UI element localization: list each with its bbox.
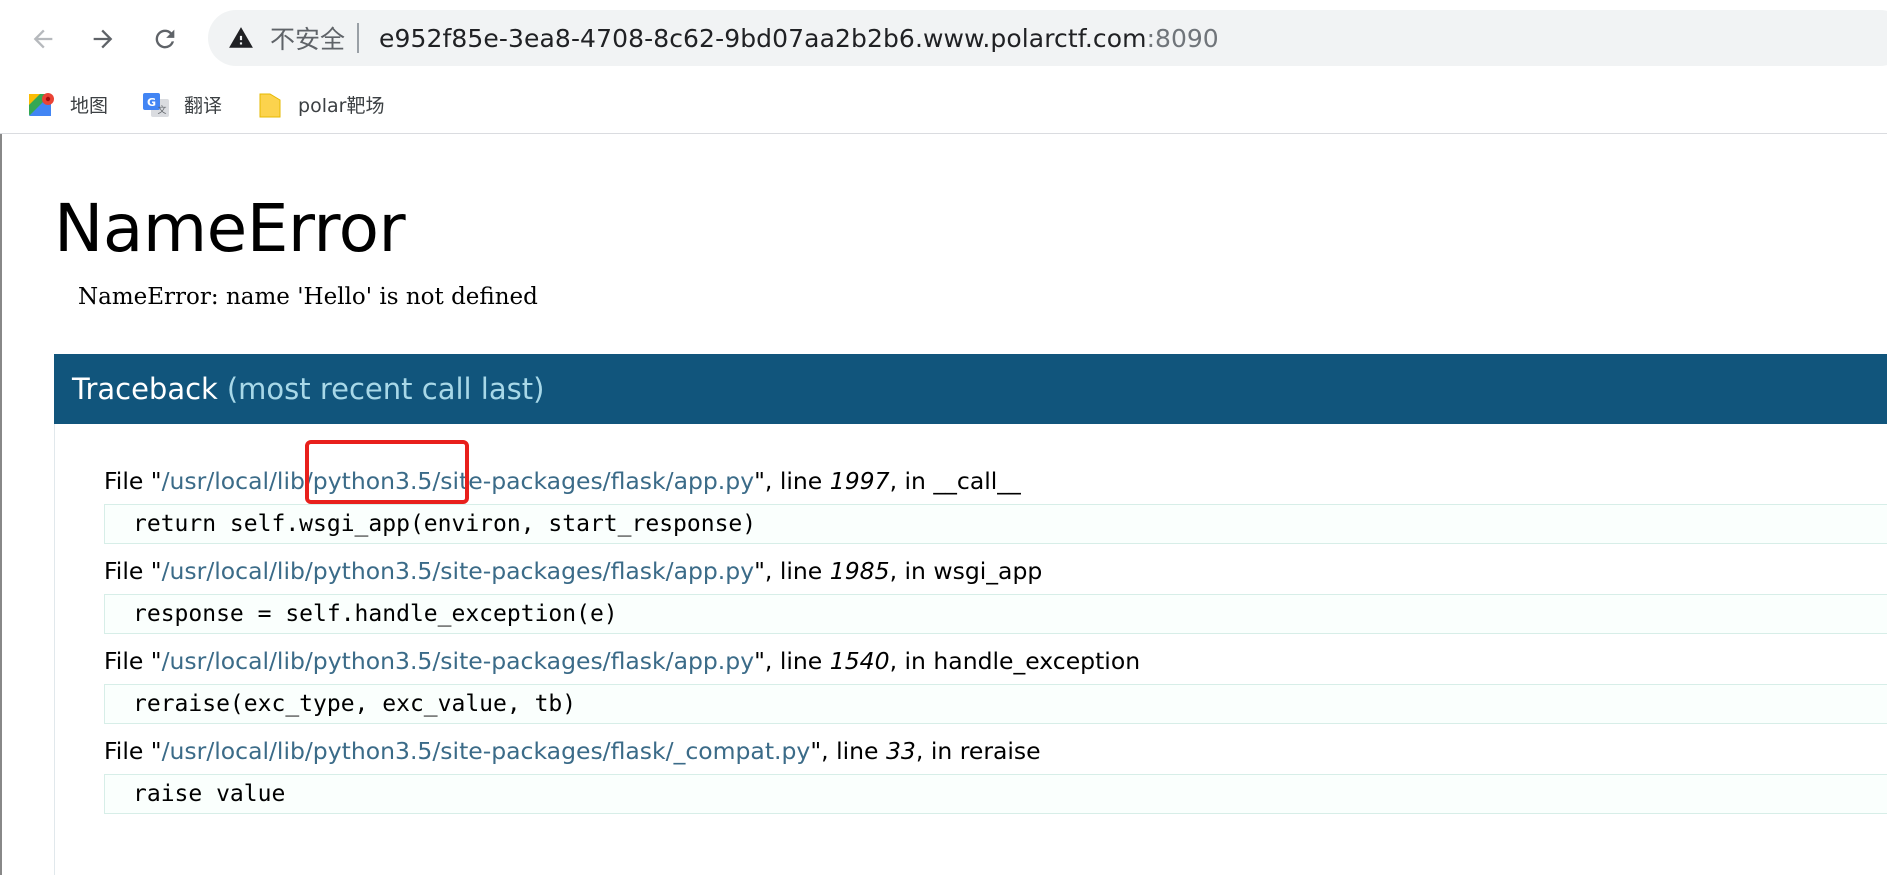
security-label[interactable]: 不安全: [270, 20, 345, 56]
frame-source[interactable]: response = self.handle_exception(e): [104, 594, 1887, 634]
frame-line-number: 1997: [829, 467, 890, 495]
reload-button[interactable]: [146, 20, 184, 58]
folder-icon: [256, 91, 284, 119]
frame-line-number: 1540: [829, 647, 890, 675]
url-port[interactable]: :8090: [1147, 24, 1219, 53]
frame-source[interactable]: return self.wsgi_app(environ, start_resp…: [104, 504, 1887, 544]
bookmark-label: 地图: [70, 95, 109, 117]
forward-button[interactable]: [84, 20, 122, 58]
reload-icon: [155, 29, 175, 49]
error-message: NameError: name 'Hello' is not defined: [78, 284, 538, 310]
bookmark-maps[interactable]: 地图: [28, 85, 108, 125]
address-divider: [357, 23, 360, 53]
traceback-subtitle: (most recent call last): [226, 372, 545, 406]
url-host[interactable]: e952f85e-3ea8-4708-8c62-9bd07aa2b2b6.www…: [379, 24, 1147, 53]
traceback-frame: File "/usr/local/lib/python3.5/site-pack…: [104, 552, 1887, 634]
traceback-frame: File "/usr/local/lib/python3.5/site-pack…: [104, 732, 1887, 814]
bookmark-label: polar靶场: [298, 95, 385, 117]
frame-source[interactable]: raise value: [104, 774, 1887, 814]
bookmark-translate[interactable]: G 文 翻译: [142, 85, 222, 125]
traceback-title: Traceback: [72, 372, 218, 406]
browser-toolbar: 不安全 e952f85e-3ea8-4708-8c62-9bd07aa2b2b6…: [0, 0, 1887, 76]
page-title: NameError: [54, 190, 406, 267]
annotation-highlight-box: [305, 440, 469, 504]
arrow-left-icon: [33, 29, 53, 49]
frame-path: /usr/local/lib/python3.5/site-packages/f…: [161, 557, 755, 585]
frame-location: File "/usr/local/lib/python3.5/site-pack…: [104, 647, 1141, 675]
svg-text:G: G: [147, 96, 156, 109]
svg-text:文: 文: [158, 104, 167, 116]
address-bar[interactable]: 不安全 e952f85e-3ea8-4708-8c62-9bd07aa2b2b6…: [208, 10, 1887, 66]
frame-path: /usr/local/lib/python3.5/site-packages/f…: [161, 737, 811, 765]
traceback-frame: File "/usr/local/lib/python3.5/site-pack…: [104, 642, 1887, 724]
frame-source[interactable]: reraise(exc_type, exc_value, tb): [104, 684, 1887, 724]
translate-icon: G 文: [142, 91, 170, 119]
frame-path: /usr/local/lib/python3.5/site-packages/f…: [161, 647, 755, 675]
back-button[interactable]: [24, 20, 62, 58]
frame-location: File "/usr/local/lib/python3.5/site-pack…: [104, 737, 1041, 765]
maps-icon: [28, 91, 56, 119]
arrow-right-icon: [93, 29, 113, 49]
traceback-header: Traceback (most recent call last): [54, 354, 1887, 424]
frame-location: File "/usr/local/lib/python3.5/site-pack…: [104, 557, 1043, 585]
frame-line-number: 1985: [829, 557, 890, 585]
bookmark-label: 翻译: [184, 95, 223, 117]
bookmark-polar[interactable]: polar靶场: [256, 85, 384, 125]
warning-icon[interactable]: [228, 24, 256, 52]
page-content: NameError NameError: name 'Hello' is not…: [0, 134, 1887, 875]
frame-line-number: 33: [885, 737, 916, 765]
bookmarks-bar: 地图 G 文 翻译 polar靶场: [0, 76, 1887, 134]
